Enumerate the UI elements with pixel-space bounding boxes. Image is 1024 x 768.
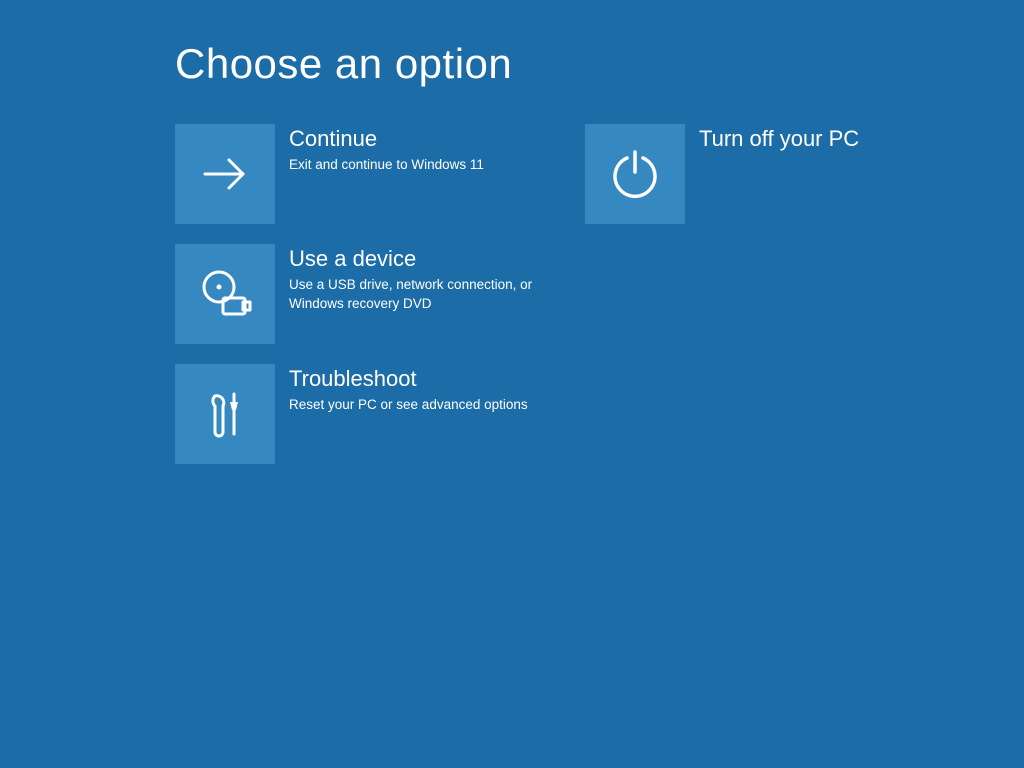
option-troubleshoot[interactable]: Troubleshoot Reset your PC or see advanc… [175, 364, 585, 464]
device-disc-icon [175, 244, 275, 344]
options-list: Continue Exit and continue to Windows 11… [175, 124, 1024, 464]
option-desc: Exit and continue to Windows 11 [289, 156, 484, 174]
wrench-screwdriver-icon [175, 364, 275, 464]
option-title: Turn off your PC [699, 126, 859, 152]
page-title: Choose an option [175, 40, 1024, 88]
option-desc: Reset your PC or see advanced options [289, 396, 528, 414]
option-title: Use a device [289, 246, 535, 272]
option-continue[interactable]: Continue Exit and continue to Windows 11 [175, 124, 585, 224]
option-title: Troubleshoot [289, 366, 528, 392]
option-use-a-device[interactable]: Use a device Use a USB drive, network co… [175, 244, 585, 344]
arrow-right-icon [175, 124, 275, 224]
option-desc: Use a USB drive, network connection, or … [289, 276, 535, 312]
power-icon [585, 124, 685, 224]
option-title: Continue [289, 126, 484, 152]
option-turnoff[interactable]: Turn off your PC [585, 124, 995, 224]
